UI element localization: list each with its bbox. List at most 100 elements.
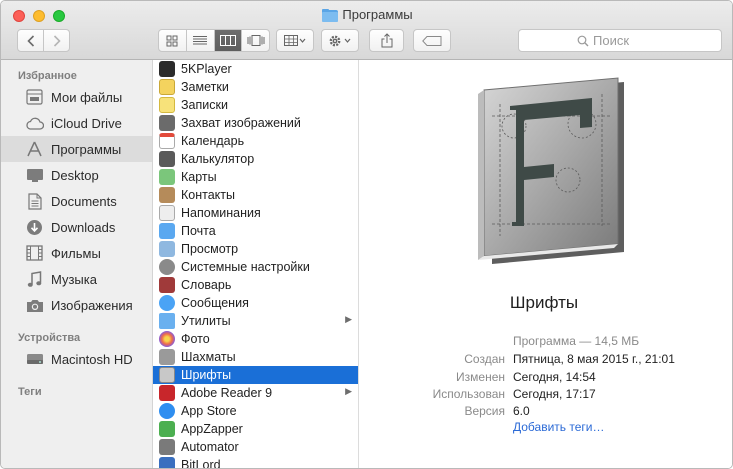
preview-kind-size: Программа — 14,5 МБ	[513, 334, 640, 348]
app-store-icon	[159, 403, 175, 419]
notes-icon	[159, 79, 175, 95]
add-tags-link[interactable]: Добавить теги…	[513, 420, 604, 434]
chevron-right-icon	[53, 34, 61, 47]
font-book-icon	[159, 367, 175, 383]
list-item[interactable]: Почта	[153, 222, 358, 240]
messages-icon	[159, 295, 175, 311]
meta-label-created: Создан	[464, 352, 505, 366]
list-item[interactable]: Adobe Reader 9 ▶	[153, 384, 358, 402]
photos-icon	[159, 331, 175, 347]
list-item[interactable]: Календарь	[153, 132, 358, 150]
sidebar-item-macintosh-hd[interactable]: Macintosh HD	[1, 346, 152, 372]
sidebar-item-documents[interactable]: Documents	[1, 188, 152, 214]
system-preferences-icon	[159, 259, 175, 275]
meta-value-last-opened: Сегодня, 17:17	[513, 387, 596, 401]
back-button[interactable]	[18, 30, 43, 51]
meta-label-version: Версия	[464, 404, 505, 418]
meta-label-last-opened: Использован	[432, 387, 505, 401]
view-mode-selector	[158, 29, 270, 52]
list-item-selected[interactable]: Шрифты	[153, 366, 358, 384]
list-item[interactable]: Калькулятор	[153, 150, 358, 168]
bitlord-icon	[159, 457, 175, 468]
forward-button[interactable]	[43, 30, 69, 51]
sidebar-item-applications[interactable]: Программы	[1, 136, 152, 162]
navigation-buttons	[17, 29, 70, 52]
list-item[interactable]: Сообщения	[153, 294, 358, 312]
sidebar-item-label: Macintosh HD	[51, 351, 133, 367]
arrange-menu-button[interactable]	[276, 29, 314, 52]
list-item[interactable]: Системные настройки	[153, 258, 358, 276]
list-item[interactable]: Захват изображений	[153, 114, 358, 132]
list-item[interactable]: Словарь	[153, 276, 358, 294]
sidebar-item-all-files[interactable]: Мои файлы	[1, 84, 152, 110]
list-item[interactable]: Карты	[153, 168, 358, 186]
list-item[interactable]: AppZapper	[153, 420, 358, 438]
search-icon	[577, 35, 589, 46]
share-button[interactable]	[369, 29, 404, 52]
meta-value-version: 6.0	[513, 404, 530, 418]
stickies-icon	[159, 97, 175, 113]
sidebar-header-favorites: Избранное	[18, 70, 77, 82]
calendar-icon	[159, 133, 175, 149]
disclosure-arrow-icon: ▶	[345, 314, 352, 324]
meta-value-created: Пятница, 8 мая 2015 г., 21:01	[513, 352, 675, 366]
list-item[interactable]: Фото	[153, 330, 358, 348]
gear-icon	[329, 35, 351, 46]
list-item[interactable]: Записки	[153, 96, 358, 114]
list-item[interactable]: Утилиты ▶	[153, 312, 358, 330]
contacts-icon	[159, 187, 175, 203]
action-menu-button[interactable]	[321, 29, 359, 52]
list-item[interactable]: 5KPlayer	[153, 60, 358, 78]
disclosure-arrow-icon: ▶	[345, 386, 352, 396]
hard-drive-icon	[25, 350, 44, 368]
meta-value-modified: Сегодня, 14:54	[513, 370, 596, 384]
list-item[interactable]: Automator	[153, 438, 358, 456]
chevron-left-icon	[26, 34, 34, 47]
cloud-icon	[25, 114, 44, 132]
adobe-reader-icon	[159, 385, 175, 401]
cover-flow-button[interactable]	[241, 30, 269, 51]
list-item[interactable]: Контакты	[153, 186, 358, 204]
sidebar: Избранное Мои файлы iCloud Drive Програм…	[1, 60, 153, 468]
search-field[interactable]	[518, 29, 722, 52]
edit-tags-button[interactable]	[413, 29, 451, 52]
sidebar-item-icloud-drive[interactable]: iCloud Drive	[1, 110, 152, 136]
sidebar-item-label: Мои файлы	[51, 89, 123, 105]
music-icon	[25, 270, 44, 288]
image-capture-icon	[159, 115, 175, 131]
list-item[interactable]: Напоминания	[153, 204, 358, 222]
preview-pane: Шрифты Программа — 14,5 МБ Создан Пятниц…	[359, 60, 732, 468]
sidebar-item-label: Изображения	[51, 297, 133, 313]
sidebar-item-music[interactable]: Музыка	[1, 266, 152, 292]
folder-icon	[322, 9, 339, 22]
icon-view-button[interactable]	[159, 30, 186, 51]
finder-window: Программы Поиск Избранное Мои файлы iClo…	[0, 0, 733, 469]
list-item[interactable]: Просмотр	[153, 240, 358, 258]
list-item[interactable]: App Store	[153, 402, 358, 420]
grid-icon	[166, 35, 178, 46]
downloads-icon	[25, 218, 44, 236]
list-view-button[interactable]	[185, 30, 214, 51]
sidebar-item-movies[interactable]: Фильмы	[1, 240, 152, 266]
sidebar-item-label: iCloud Drive	[51, 115, 122, 131]
column-view-button[interactable]	[213, 30, 242, 51]
tag-icon	[422, 35, 442, 46]
window-title: Программы	[1, 7, 732, 22]
preview-icon	[159, 241, 175, 257]
list-item[interactable]: BitLord	[153, 456, 358, 468]
sidebar-item-label: Программы	[51, 141, 122, 157]
sidebar-item-desktop[interactable]: Desktop	[1, 162, 152, 188]
dictionary-icon	[159, 277, 175, 293]
sidebar-item-downloads[interactable]: Downloads	[1, 214, 152, 240]
list-item[interactable]: Шахматы	[153, 348, 358, 366]
reminders-icon	[159, 205, 175, 221]
sidebar-header-devices: Устройства	[18, 332, 81, 344]
search-input[interactable]	[593, 33, 663, 48]
list-item[interactable]: Заметки	[153, 78, 358, 96]
all-files-icon	[25, 88, 44, 106]
movies-icon	[25, 244, 44, 262]
toolbar: Программы	[1, 1, 732, 60]
desktop-icon	[25, 166, 44, 184]
calculator-icon	[159, 151, 175, 167]
sidebar-item-pictures[interactable]: Изображения	[1, 292, 152, 318]
